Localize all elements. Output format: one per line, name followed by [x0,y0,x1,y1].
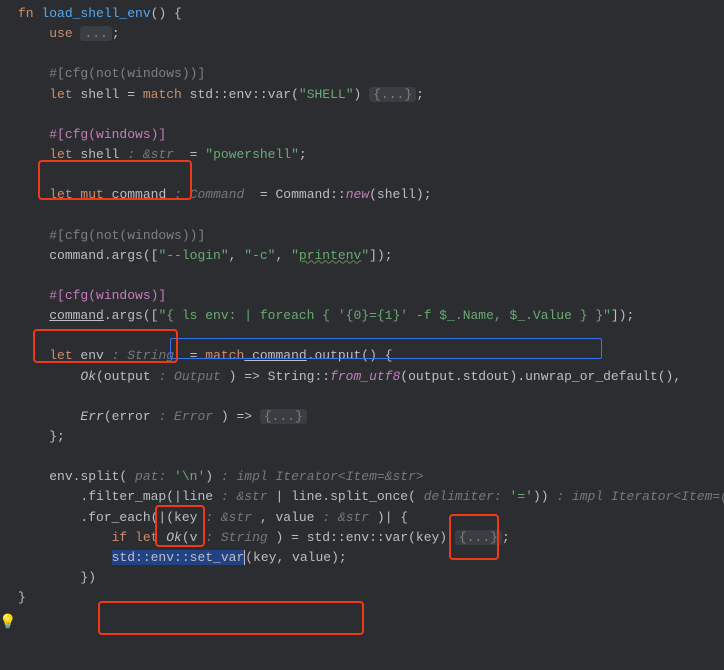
close-brace: )| { [377,510,408,525]
fold-region[interactable]: ... [80,26,111,41]
code-editor[interactable]: fn load_shell_env() { use ...; #[cfg(not… [0,0,724,616]
type-hint: : &str [213,489,275,504]
method-new: new [346,187,369,202]
keyword-match: match [205,348,244,363]
var-command: command [244,348,306,363]
intention-bulb-icon[interactable]: 💡 [0,613,16,635]
char-newline: '\n' [174,469,205,484]
close: )) [533,489,549,504]
keyword-fn: fn [18,6,34,21]
close-foreach: }) [80,570,96,585]
string-close: }" [588,308,611,323]
type-hint: : &str [314,510,376,525]
cfg-attr-windows: #[cfg(windows)] [49,288,166,303]
string-open: "{ [158,308,174,323]
cfg-attr-windows: #[cfg(windows)] [49,127,166,142]
call-for-each: .for_each(|(key [80,510,197,525]
var-command: command [104,187,166,202]
tail: ]); [611,308,634,323]
keyword-let: let [49,348,72,363]
arm-ok: Ok [158,530,181,545]
semi: ; [416,87,424,102]
call-output: .output() { [307,348,393,363]
param-hint-delimiter: delimiter: [416,489,510,504]
var-command: command [49,308,104,323]
keyword-use: use [49,26,80,41]
return-type-hint: : impl Iterator<Item=&str> [213,469,424,484]
close-match: }; [49,429,65,444]
keyword-match: match [143,87,182,102]
string-c: "-c" [244,248,275,263]
close: ) [205,469,213,484]
comma: , [229,248,245,263]
type-hint: : Error [151,409,221,424]
param-value: , value [260,510,315,525]
param-hint-pat: pat: [127,469,174,484]
function-name: load_shell_env [41,6,150,21]
cfg-attr: #[cfg(not(windows))] [49,66,205,81]
string-shell: "SHELL" [299,87,354,102]
call-filter-map: .filter_map(|line [80,489,213,504]
paren: (error [104,409,151,424]
paren: (output [96,369,151,384]
call-args: command.args([ [49,248,158,263]
var-env: env [73,348,104,363]
comma: , [275,248,291,263]
keyword-mut: mut [73,187,104,202]
keyword-let: let [49,87,72,102]
keyword-let: let [127,530,158,545]
type-hint: : &str [119,147,181,162]
eq: = [182,147,205,162]
call-split: env.split( [49,469,127,484]
string-powershell: "powershell" [205,147,299,162]
string-quote: " [361,248,369,263]
args: (key, value) [245,550,339,565]
string-quote: " [291,248,299,263]
type-hint: : Output [151,369,229,384]
var-shell: shell [73,147,120,162]
call: ) = std::env::var(key) [275,530,454,545]
char-equals: '=' [510,489,533,504]
eq-call: = Command:: [252,187,346,202]
close-fn-brace: } [18,590,26,605]
method-from-utf8: from_utf8 [330,369,400,384]
call-set-var-selected: std::env::set_var [112,550,246,565]
semi: ; [299,147,307,162]
tail: (output.stdout).unwrap_or_default(), [400,369,681,384]
arm-ok: Ok [80,369,96,384]
type-hint: : &str [197,510,259,525]
return-type-hint: : impl Iterator<Item=(...)> [549,489,724,504]
fold-region[interactable]: {...} [455,530,502,545]
arm-err: Err [80,409,103,424]
tail: ]); [369,248,392,263]
fold-region[interactable]: {...} [260,409,307,424]
fold-region[interactable]: {...} [369,87,416,102]
call: std::env::var( [182,87,299,102]
string-ps-script: ls env: | foreach { '{0}={1}' -f $_.Name… [174,308,587,323]
semi: ; [339,550,347,565]
semi: ; [112,26,120,41]
type-hint: : String [197,530,275,545]
parens: () [151,6,167,21]
type-hint: : String [104,348,182,363]
string-printenv: printenv [299,248,361,263]
keyword-let: let [49,187,72,202]
keyword-if: if [112,530,128,545]
cfg-attr: #[cfg(not(windows))] [49,228,205,243]
tail: (shell); [369,187,431,202]
brace: { [166,6,182,21]
string-login: "--login" [158,248,228,263]
type-hint: : Command [166,187,252,202]
eq: = [182,348,205,363]
eq: = [127,87,143,102]
arrow: ) => String:: [229,369,330,384]
close: ) [354,87,370,102]
pattern: (v [182,530,198,545]
semi: ; [502,530,510,545]
arrow: ) => [221,409,260,424]
call-split-once: | line.split_once( [275,489,415,504]
call-args: .args([ [104,308,159,323]
var-shell: shell [73,87,128,102]
keyword-let: let [49,147,72,162]
